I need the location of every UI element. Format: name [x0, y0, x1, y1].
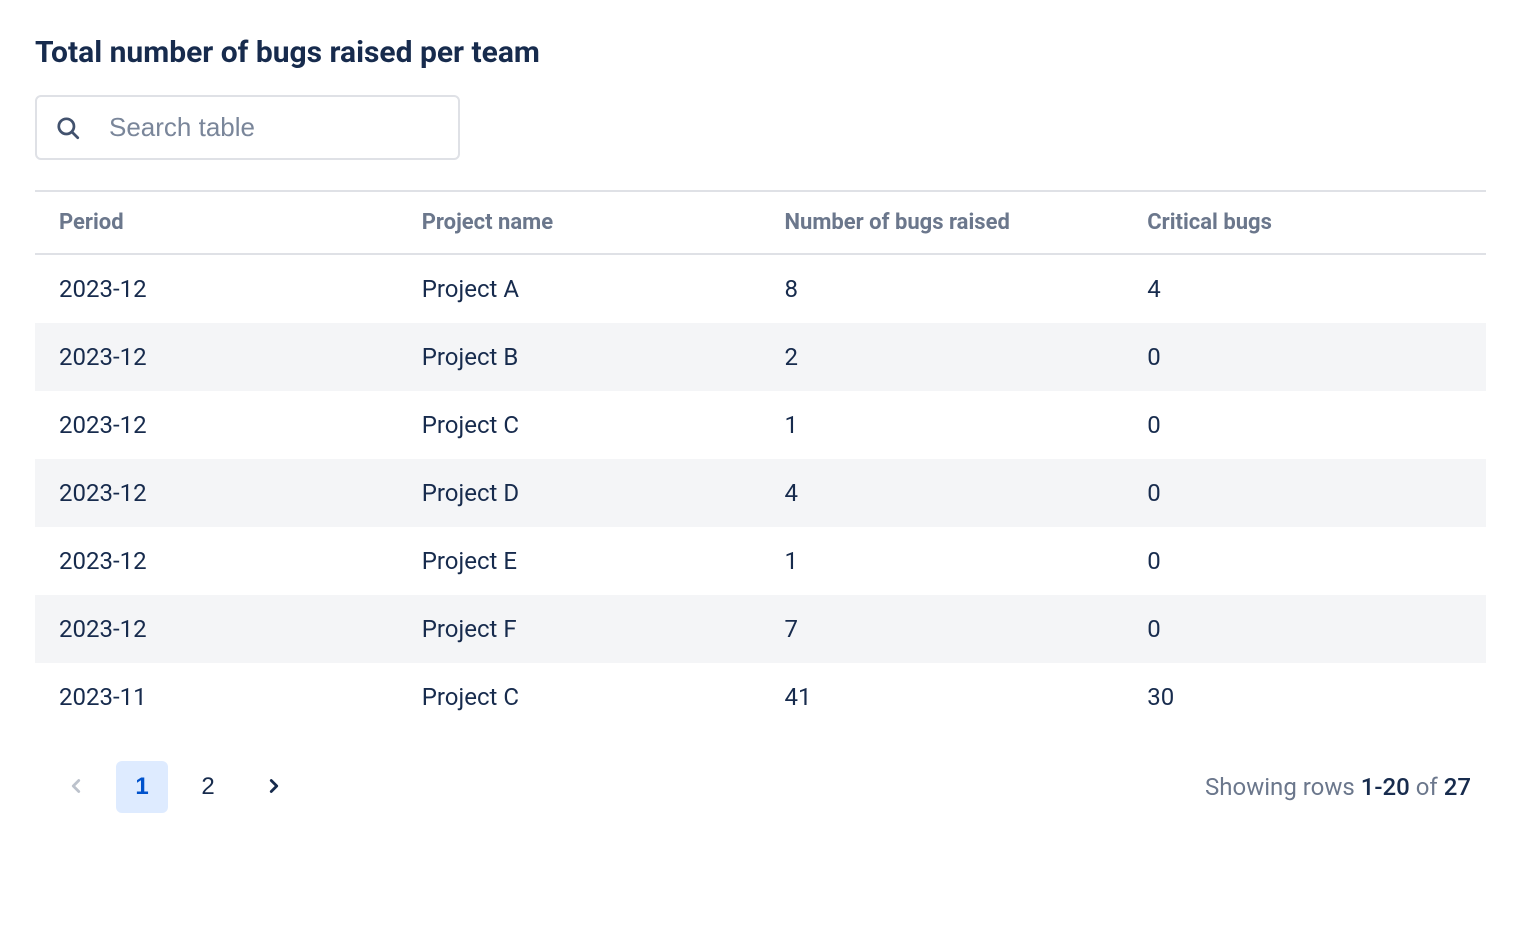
table-row: 2023-12Project B20	[35, 323, 1486, 391]
cell-bugs: 1	[761, 527, 1124, 595]
cell-period: 2023-12	[35, 323, 398, 391]
cell-bugs: 8	[761, 254, 1124, 323]
table-row: 2023-12Project A84	[35, 254, 1486, 323]
row-count-info: Showing rows 1-20 of 27	[1205, 773, 1471, 801]
table-header-row: Period Project name Number of bugs raise…	[35, 191, 1486, 254]
pagination: 12	[50, 761, 300, 813]
cell-period: 2023-12	[35, 595, 398, 663]
cell-period: 2023-11	[35, 663, 398, 731]
search-wrapper	[35, 95, 460, 160]
row-info-of: of	[1410, 773, 1444, 801]
table-row: 2023-11Project C4130	[35, 663, 1486, 731]
cell-bugs: 1	[761, 391, 1124, 459]
cell-bugs: 2	[761, 323, 1124, 391]
pagination-page-2-button[interactable]: 2	[182, 761, 234, 813]
cell-critical: 4	[1123, 254, 1486, 323]
table-row: 2023-12Project D40	[35, 459, 1486, 527]
cell-period: 2023-12	[35, 459, 398, 527]
row-info-prefix: Showing rows	[1205, 773, 1361, 801]
row-info-range: 1-20	[1361, 773, 1410, 801]
cell-critical: 0	[1123, 323, 1486, 391]
cell-bugs: 7	[761, 595, 1124, 663]
cell-period: 2023-12	[35, 527, 398, 595]
cell-bugs: 41	[761, 663, 1124, 731]
cell-critical: 0	[1123, 595, 1486, 663]
cell-critical: 30	[1123, 663, 1486, 731]
cell-project: Project C	[398, 391, 761, 459]
cell-period: 2023-12	[35, 254, 398, 323]
table-row: 2023-12Project E10	[35, 527, 1486, 595]
chevron-right-icon	[263, 775, 285, 800]
table-row: 2023-12Project C10	[35, 391, 1486, 459]
chevron-left-icon	[65, 775, 87, 800]
search-input[interactable]	[35, 95, 460, 160]
cell-period: 2023-12	[35, 391, 398, 459]
pagination-next-button[interactable]	[248, 761, 300, 813]
cell-project: Project A	[398, 254, 761, 323]
cell-project: Project E	[398, 527, 761, 595]
cell-project: Project B	[398, 323, 761, 391]
bugs-table-container: Period Project name Number of bugs raise…	[35, 190, 1486, 731]
cell-bugs: 4	[761, 459, 1124, 527]
cell-project: Project C	[398, 663, 761, 731]
bugs-table: Period Project name Number of bugs raise…	[35, 190, 1486, 731]
column-header-period[interactable]: Period	[35, 191, 398, 254]
cell-project: Project D	[398, 459, 761, 527]
cell-critical: 0	[1123, 459, 1486, 527]
cell-critical: 0	[1123, 391, 1486, 459]
page-title: Total number of bugs raised per team	[35, 35, 1486, 70]
cell-project: Project F	[398, 595, 761, 663]
table-row: 2023-12Project F70	[35, 595, 1486, 663]
pagination-prev-button[interactable]	[50, 761, 102, 813]
row-info-total: 27	[1444, 773, 1471, 801]
column-header-bugs[interactable]: Number of bugs raised	[761, 191, 1124, 254]
pagination-page-1-button[interactable]: 1	[116, 761, 168, 813]
column-header-critical[interactable]: Critical bugs	[1123, 191, 1486, 254]
table-footer: 12 Showing rows 1-20 of 27	[35, 761, 1486, 813]
cell-critical: 0	[1123, 527, 1486, 595]
column-header-project[interactable]: Project name	[398, 191, 761, 254]
